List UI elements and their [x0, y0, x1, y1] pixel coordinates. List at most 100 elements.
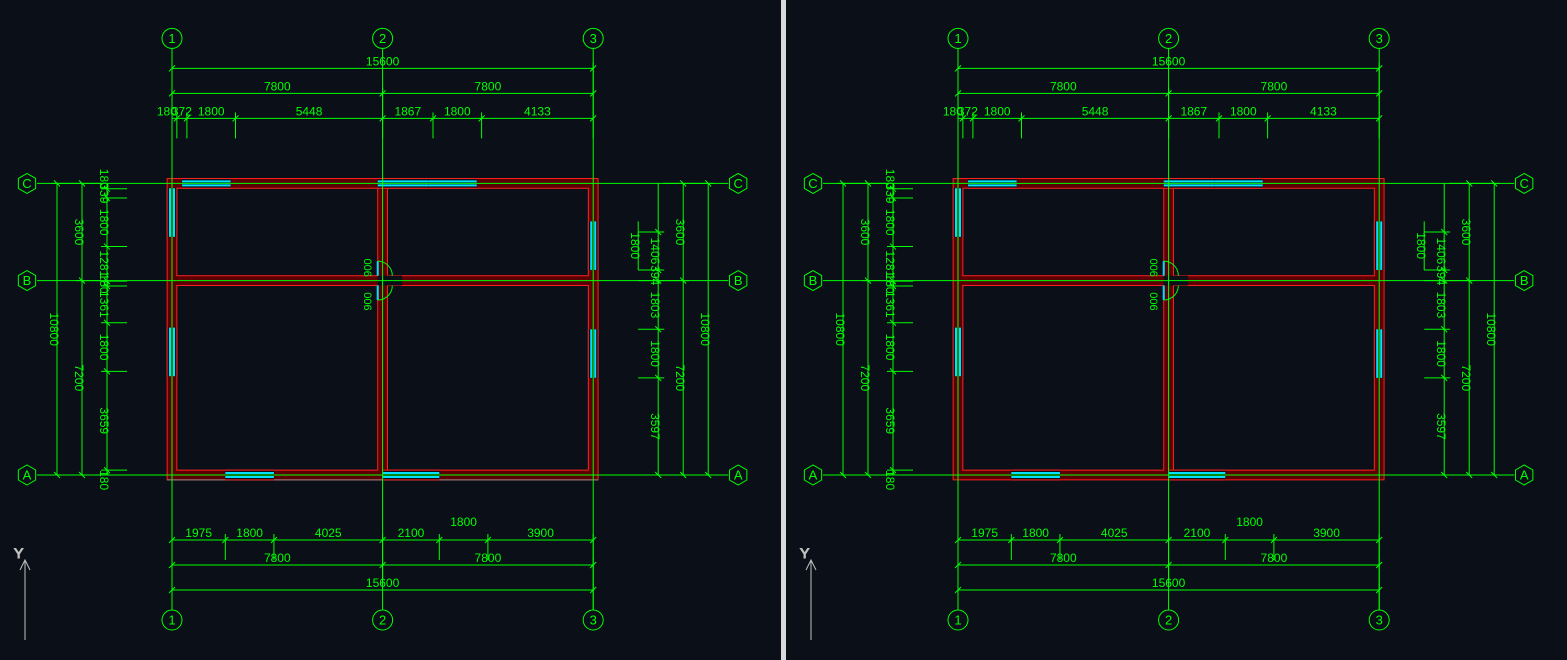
svg-text:3659: 3659: [97, 407, 111, 434]
svg-text:900: 900: [363, 259, 375, 277]
ucs-icon: Y: [14, 545, 55, 640]
svg-text:3900: 3900: [1313, 526, 1340, 540]
svg-text:1800: 1800: [1414, 232, 1428, 259]
svg-text:Y: Y: [800, 545, 810, 561]
svg-text:15600: 15600: [366, 576, 400, 590]
svg-text:1867: 1867: [1180, 104, 1207, 118]
svg-text:1800: 1800: [628, 232, 642, 259]
cad-drawing-right[interactable]: 900900112233AABBCC1560078007800180372180…: [786, 0, 1567, 660]
svg-text:1800: 1800: [97, 334, 111, 361]
svg-text:1975: 1975: [971, 526, 998, 540]
svg-text:C: C: [1520, 176, 1529, 191]
svg-text:394: 394: [648, 265, 662, 285]
svg-text:1867: 1867: [394, 104, 421, 118]
panel-container: 900900112233AABBCC1560078007800180372180…: [0, 0, 1567, 660]
svg-text:3600: 3600: [72, 219, 86, 246]
svg-text:3: 3: [1376, 31, 1383, 46]
svg-text:10800: 10800: [47, 313, 61, 347]
svg-text:1361: 1361: [883, 291, 897, 318]
svg-text:A: A: [1520, 468, 1529, 483]
svg-text:1: 1: [168, 613, 175, 628]
svg-text:2100: 2100: [398, 526, 425, 540]
svg-text:1800: 1800: [1022, 526, 1049, 540]
svg-text:C: C: [734, 176, 743, 191]
svg-text:1803: 1803: [1434, 292, 1448, 319]
svg-text:7200: 7200: [673, 364, 687, 391]
svg-text:180: 180: [883, 470, 897, 490]
svg-text:A: A: [734, 468, 743, 483]
svg-text:7800: 7800: [264, 79, 291, 93]
svg-text:7800: 7800: [1050, 79, 1077, 93]
svg-text:1: 1: [954, 31, 961, 46]
svg-text:10800: 10800: [698, 313, 712, 347]
svg-text:1800: 1800: [450, 515, 477, 529]
svg-text:4133: 4133: [524, 104, 551, 118]
svg-text:394: 394: [1434, 265, 1448, 285]
svg-text:7800: 7800: [475, 79, 502, 93]
svg-text:1: 1: [954, 613, 961, 628]
drawing-panel-left[interactable]: 900900112233AABBCC1560078007800180372180…: [0, 0, 781, 660]
svg-text:900: 900: [1149, 292, 1161, 310]
svg-text:1406: 1406: [1434, 238, 1448, 265]
svg-text:10800: 10800: [833, 313, 847, 347]
cad-drawing-left[interactable]: 900900112233AABBCC1560078007800180372180…: [0, 0, 781, 660]
svg-text:7200: 7200: [1459, 364, 1473, 391]
svg-text:1800: 1800: [984, 104, 1011, 118]
svg-text:900: 900: [1149, 259, 1161, 277]
svg-text:A: A: [23, 468, 32, 483]
svg-text:1975: 1975: [185, 526, 212, 540]
svg-text:1406: 1406: [648, 238, 662, 265]
svg-text:180: 180: [97, 169, 111, 189]
svg-text:C: C: [22, 176, 31, 191]
svg-text:2: 2: [1165, 613, 1172, 628]
svg-text:1: 1: [168, 31, 175, 46]
svg-text:3600: 3600: [858, 219, 872, 246]
svg-text:15600: 15600: [1152, 576, 1186, 590]
svg-text:1803: 1803: [648, 292, 662, 319]
svg-text:1281: 1281: [883, 250, 897, 277]
svg-text:3597: 3597: [648, 413, 662, 440]
svg-text:1800: 1800: [883, 334, 897, 361]
svg-text:3600: 3600: [1459, 219, 1473, 246]
svg-text:B: B: [23, 273, 32, 288]
svg-text:1800: 1800: [444, 104, 471, 118]
svg-text:1800: 1800: [1434, 340, 1448, 367]
svg-text:B: B: [809, 273, 818, 288]
svg-text:2: 2: [1165, 31, 1172, 46]
svg-text:3659: 3659: [883, 407, 897, 434]
svg-text:7800: 7800: [1261, 551, 1288, 565]
svg-text:180: 180: [883, 169, 897, 189]
svg-text:15600: 15600: [1152, 54, 1186, 68]
svg-text:1800: 1800: [883, 209, 897, 236]
svg-text:3: 3: [1376, 613, 1383, 628]
svg-text:B: B: [1520, 273, 1529, 288]
svg-text:3600: 3600: [673, 219, 687, 246]
svg-text:900: 900: [363, 292, 375, 310]
svg-text:5448: 5448: [296, 104, 323, 118]
svg-text:3: 3: [590, 613, 597, 628]
svg-text:3597: 3597: [1434, 413, 1448, 440]
svg-text:7200: 7200: [858, 364, 872, 391]
svg-text:Y: Y: [14, 545, 24, 561]
svg-text:1800: 1800: [198, 104, 225, 118]
svg-text:3: 3: [590, 31, 597, 46]
svg-text:1800: 1800: [1236, 515, 1263, 529]
svg-text:7800: 7800: [1261, 79, 1288, 93]
svg-text:C: C: [808, 176, 817, 191]
svg-text:1800: 1800: [648, 340, 662, 367]
drawing-panel-right[interactable]: 900900112233AABBCC1560078007800180372180…: [786, 0, 1567, 660]
svg-text:15600: 15600: [366, 54, 400, 68]
svg-text:1800: 1800: [236, 526, 263, 540]
svg-text:4025: 4025: [1101, 526, 1128, 540]
ucs-icon: Y: [800, 545, 841, 640]
svg-text:4133: 4133: [1310, 104, 1337, 118]
svg-text:B: B: [734, 273, 743, 288]
svg-text:2: 2: [379, 613, 386, 628]
svg-text:1281: 1281: [97, 250, 111, 277]
svg-text:2100: 2100: [1184, 526, 1211, 540]
svg-text:1361: 1361: [97, 291, 111, 318]
svg-text:10800: 10800: [1484, 313, 1498, 347]
svg-text:3900: 3900: [527, 526, 554, 540]
svg-text:2: 2: [379, 31, 386, 46]
svg-text:4025: 4025: [315, 526, 342, 540]
